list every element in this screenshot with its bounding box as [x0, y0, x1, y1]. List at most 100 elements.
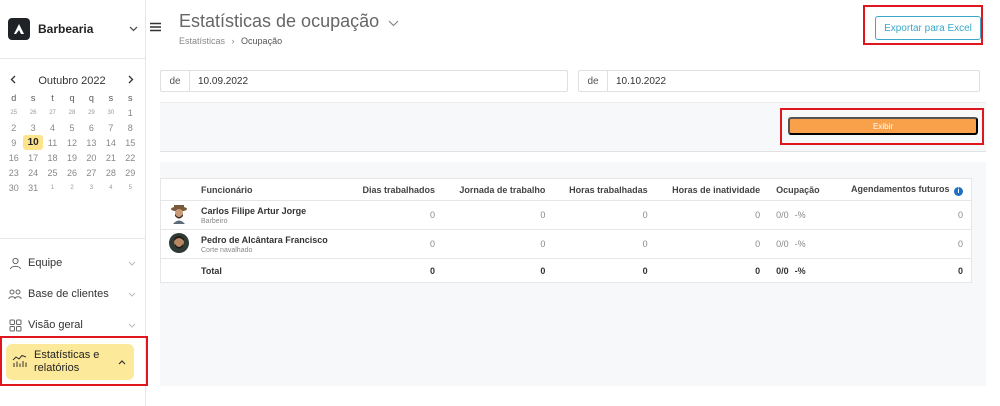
calendar-day[interactable]: 28	[101, 165, 120, 180]
brand-name: Barbearia	[38, 22, 94, 36]
hamburger-menu-icon[interactable]	[150, 20, 161, 35]
calendar-weekday: s	[108, 92, 114, 103]
sidebar-divider	[0, 58, 146, 59]
chevron-down-icon	[128, 289, 136, 300]
calendar-weekday: s	[30, 92, 36, 103]
cell-shift: 0	[443, 200, 554, 230]
nav-item-equipe[interactable]: Equipe	[8, 251, 136, 275]
calendar-day[interactable]: 21	[101, 150, 120, 165]
calendar-day[interactable]: 16	[4, 150, 23, 165]
table-row[interactable]: Pedro de Alcântara Francisco Corte naval…	[160, 229, 972, 259]
calendar-day[interactable]: 27	[82, 165, 101, 180]
table-total-row: Total 0 0 0 0 0/0 -% 0	[161, 259, 972, 283]
calendar-day[interactable]: 26	[62, 165, 81, 180]
column-header: Ocupação	[768, 178, 833, 201]
calendar-day[interactable]: 30	[101, 105, 120, 120]
date-from-field[interactable]: de 10.09.2022	[160, 70, 568, 92]
calendar-day[interactable]: 3	[82, 180, 101, 195]
calendar-day[interactable]: 18	[43, 150, 62, 165]
date-from-prefix: de	[161, 71, 190, 91]
mini-calendar: d s t q q s s 25 26 27 28 29 30 1 2 3 4 5 6 7 8 9 10 11 12 13 14 15…	[4, 90, 140, 195]
calendar-day[interactable]: 11	[43, 135, 62, 150]
calendar-day[interactable]: 29	[82, 105, 101, 120]
calendar-day[interactable]: 13	[82, 135, 101, 150]
date-to-prefix: de	[579, 71, 608, 91]
calendar-month-label: Outubro 2022	[38, 75, 106, 87]
total-future: 0	[957, 265, 963, 276]
total-worked: 0	[642, 265, 648, 276]
calendar-header: Outubro 2022	[10, 75, 134, 87]
info-icon[interactable]: i	[954, 186, 963, 196]
avatar-column-header	[160, 178, 193, 201]
brand-switcher[interactable]: Barbearia	[8, 15, 138, 43]
avatar	[169, 233, 189, 255]
calendar-day[interactable]: 3	[23, 120, 42, 135]
page-title[interactable]: Estatísticas de ocupação	[179, 11, 399, 32]
chevron-down-icon	[388, 11, 399, 31]
next-month-icon[interactable]	[128, 75, 134, 87]
calendar-day[interactable]: 1	[121, 105, 140, 120]
calendar-day[interactable]: 25	[43, 165, 62, 180]
occupancy-percent: -%	[794, 210, 806, 220]
calendar-day[interactable]: 26	[23, 105, 42, 120]
nav-label: Base de clientes	[28, 288, 109, 300]
calendar-day[interactable]: 29	[121, 165, 140, 180]
nav-label: Equipe	[28, 257, 63, 269]
calendar-day[interactable]: 25	[4, 105, 23, 120]
breadcrumb-separator-icon: ›	[231, 36, 235, 46]
employee-role: Corte navalhado	[201, 246, 253, 254]
calendar-day[interactable]: 15	[121, 135, 140, 150]
calendar-day[interactable]: 2	[62, 180, 81, 195]
breadcrumb-item[interactable]: Estatísticas	[179, 36, 225, 46]
calendar-day[interactable]: 31	[23, 180, 42, 195]
cell-worked: 0	[553, 229, 656, 259]
calendar-day[interactable]: 10	[23, 135, 43, 150]
total-shift: 0	[540, 265, 546, 276]
calendar-day[interactable]: 30	[4, 180, 23, 195]
person-icon	[8, 256, 22, 270]
calendar-day[interactable]: 4	[43, 120, 62, 135]
calendar-day[interactable]: 20	[82, 150, 101, 165]
employee-name[interactable]: Pedro de Alcântara Francisco	[201, 235, 339, 245]
calendar-day[interactable]: 14	[101, 135, 120, 150]
column-header-text: Agendamentos futuros	[850, 183, 950, 194]
calendar-day[interactable]: 5	[121, 180, 140, 195]
highlight-box	[863, 5, 983, 45]
calendar-day[interactable]: 24	[23, 165, 42, 180]
column-header: Funcionário	[193, 178, 348, 201]
date-to-value: 10.10.2022	[616, 75, 667, 87]
prev-month-icon[interactable]	[10, 75, 16, 87]
employee-name[interactable]: Carlos Filipe Artur Jorge	[201, 206, 339, 216]
cell-future: 0	[832, 229, 972, 259]
calendar-day[interactable]: 27	[43, 105, 62, 120]
calendar-day[interactable]: 19	[62, 150, 81, 165]
cell-idle: 0	[655, 229, 769, 259]
calendar-day[interactable]: 12	[62, 135, 81, 150]
calendar-day[interactable]: 22	[121, 150, 140, 165]
column-header: Horas trabalhadas	[553, 178, 656, 201]
calendar-day[interactable]: 8	[121, 120, 140, 135]
calendar-day[interactable]: 7	[101, 120, 120, 135]
calendar-day[interactable]: 6	[82, 120, 101, 135]
date-to-field[interactable]: de 10.10.2022	[578, 70, 980, 92]
total-occupancy: 0/0 -%	[768, 259, 832, 283]
highlight-box	[780, 108, 984, 145]
calendar-day[interactable]: 9	[4, 135, 23, 150]
calendar-day[interactable]: 5	[62, 120, 81, 135]
calendar-day[interactable]: 28	[62, 105, 81, 120]
cell-shift: 0	[443, 229, 554, 259]
cell-occupancy: 0/0 -%	[768, 200, 833, 230]
employee-cell: Pedro de Alcântara Francisco Corte naval…	[193, 229, 348, 259]
nav-item-visao-geral[interactable]: Visão geral	[8, 313, 136, 337]
calendar-day[interactable]: 23	[4, 165, 23, 180]
employee-cell: Carlos Filipe Artur Jorge Barbeiro	[193, 200, 348, 230]
table-row[interactable]: Carlos Filipe Artur Jorge Barbeiro 0 0 0…	[160, 200, 972, 230]
column-header: Dias trabalhados	[347, 178, 444, 201]
calendar-day[interactable]: 1	[43, 180, 62, 195]
calendar-day[interactable]: 2	[4, 120, 23, 135]
breadcrumb: Estatísticas › Ocupação	[179, 36, 282, 46]
calendar-day[interactable]: 17	[23, 150, 42, 165]
cell-days: 0	[347, 229, 444, 259]
nav-item-base-de-clientes[interactable]: Base de clientes	[8, 282, 136, 306]
calendar-day[interactable]: 4	[101, 180, 120, 195]
